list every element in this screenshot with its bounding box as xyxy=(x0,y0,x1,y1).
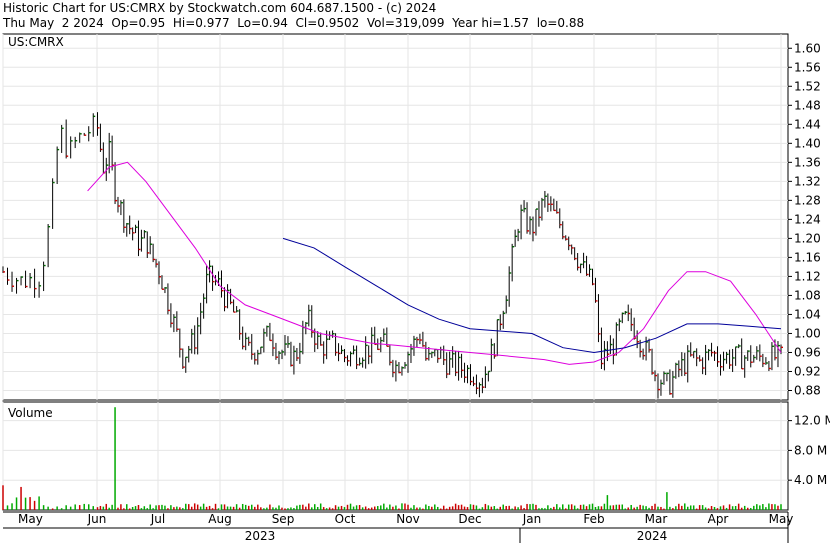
volume-tick-label: 12.0 M xyxy=(794,414,830,428)
price-tick-label: 1.16 xyxy=(794,250,821,264)
price-tick-label: 1.08 xyxy=(794,288,821,302)
symbol-label: US:CMRX xyxy=(8,35,64,49)
month-label: Mar xyxy=(645,512,668,526)
price-tick-label: 1.40 xyxy=(794,136,821,150)
month-label: Apr xyxy=(708,512,729,526)
price-tick-label: 1.28 xyxy=(794,193,821,207)
price-tick-label: 1.12 xyxy=(794,269,821,283)
year-label: 2023 xyxy=(245,529,276,543)
price-tick-label: 1.04 xyxy=(794,307,821,321)
month-label: Jun xyxy=(87,512,107,526)
price-tick-label: 1.20 xyxy=(794,231,821,245)
month-label: May xyxy=(18,512,43,526)
month-label: Sep xyxy=(272,512,295,526)
price-tick-label: 0.96 xyxy=(794,345,821,359)
month-label: Dec xyxy=(458,512,481,526)
price-tick-label: 1.00 xyxy=(794,326,821,340)
price-tick-label: 0.88 xyxy=(794,383,821,397)
month-label: Nov xyxy=(396,512,419,526)
price-tick-label: 1.44 xyxy=(794,117,821,131)
month-label: May xyxy=(769,512,794,526)
price-tick-label: 1.56 xyxy=(794,60,821,74)
volume-tick-label: 4.0 M xyxy=(794,473,827,487)
volume-label: Volume xyxy=(8,406,53,420)
price-tick-label: 0.92 xyxy=(794,364,821,378)
month-label: Aug xyxy=(208,512,231,526)
price-tick-label: 1.48 xyxy=(794,98,821,112)
price-tick-label: 1.24 xyxy=(794,212,821,226)
price-tick-label: 1.60 xyxy=(794,41,821,55)
month-label: Jul xyxy=(150,512,165,526)
price-tick-label: 1.36 xyxy=(794,155,821,169)
month-label: Jan xyxy=(522,512,542,526)
price-tick-label: 1.32 xyxy=(794,174,821,188)
month-label: Oct xyxy=(335,512,356,526)
volume-panel xyxy=(2,401,789,511)
price-tick-label: 1.52 xyxy=(794,79,821,93)
volume-tick-label: 8.0 M xyxy=(794,443,827,457)
month-label: Feb xyxy=(583,512,604,526)
stock-chart: 1.60 1.56 1.52 1.48 1.44 1.40 1.36 1.32 1.28 1.24… xyxy=(2,33,830,543)
year-label: 2024 xyxy=(637,529,668,543)
